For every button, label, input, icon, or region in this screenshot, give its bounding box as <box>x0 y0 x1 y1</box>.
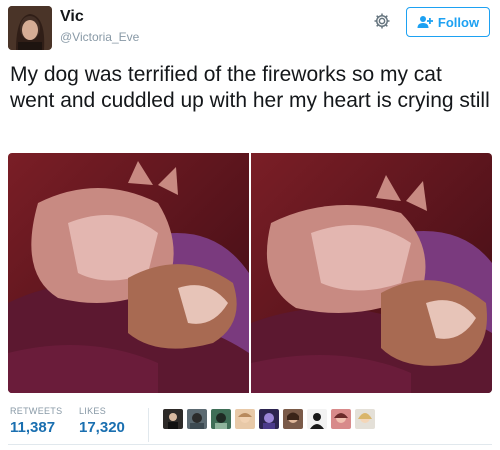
liker-avatar[interactable] <box>211 409 231 429</box>
liker-avatar[interactable] <box>187 409 207 429</box>
add-user-icon <box>417 15 433 29</box>
photo-cat-dog-right[interactable] <box>251 153 492 393</box>
bottom-divider <box>8 444 492 445</box>
user-name[interactable]: Vic <box>60 8 84 26</box>
retweets-label: RETWEETS <box>10 406 63 416</box>
liker-avatar[interactable] <box>355 409 375 429</box>
likes-label: LIKES <box>79 406 107 416</box>
follow-button[interactable]: Follow <box>406 7 490 37</box>
liker-avatars <box>163 409 375 429</box>
avatar[interactable] <box>8 6 52 50</box>
liker-avatar[interactable] <box>235 409 255 429</box>
liker-avatar[interactable] <box>163 409 183 429</box>
retweets-count[interactable]: 11,387 <box>10 419 55 436</box>
follow-button-label: Follow <box>437 14 480 30</box>
user-handle[interactable]: @Victoria_Eve <box>60 30 139 44</box>
liker-avatar[interactable] <box>259 409 279 429</box>
gear-icon[interactable] <box>373 12 391 30</box>
liker-avatar[interactable] <box>283 409 303 429</box>
stats-divider <box>148 408 149 442</box>
liker-avatar[interactable] <box>331 409 351 429</box>
photo-cat-dog-left[interactable] <box>8 153 249 393</box>
likes-count[interactable]: 17,320 <box>79 419 125 436</box>
media-grid <box>8 153 492 393</box>
liker-avatar[interactable] <box>307 409 327 429</box>
tweet-text: My dog was terrified of the fireworks so… <box>10 63 490 112</box>
